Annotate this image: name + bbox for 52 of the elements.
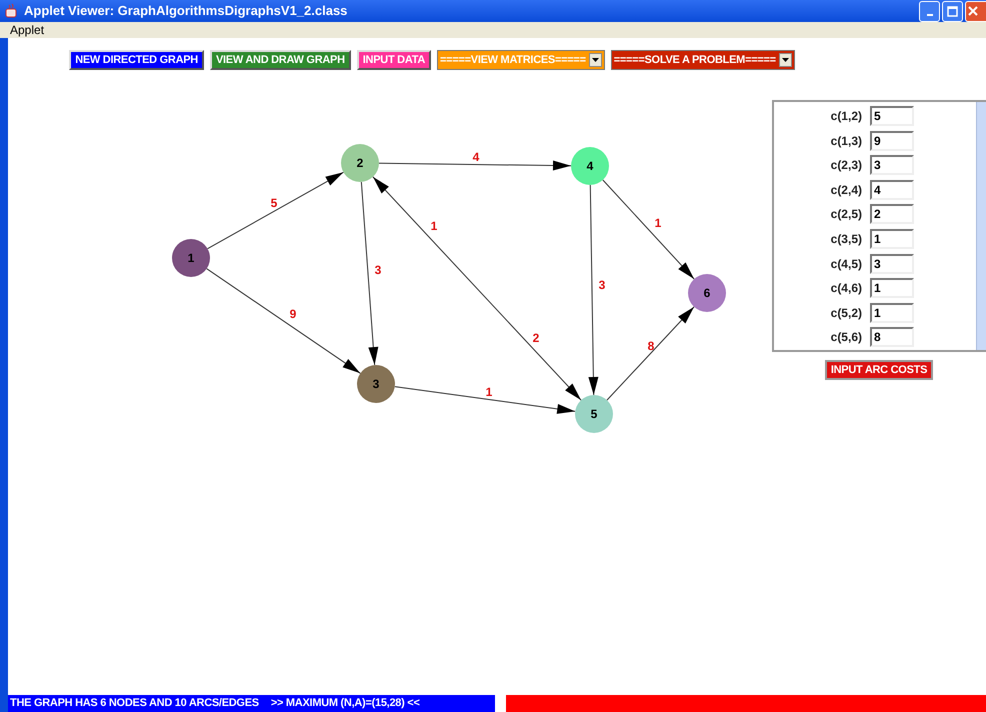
close-button[interactable] [965, 0, 986, 22]
arc-cost-field[interactable]: 1 [870, 278, 914, 298]
dropdown[interactable]: =====SOLVE A PROBLEM===== [610, 50, 795, 70]
minimize-icon [926, 14, 932, 16]
window-title: Applet Viewer: GraphAlgorithmsDigraphsV1_2.class [24, 2, 348, 20]
arc-cost-label: c(2,5) [830, 206, 863, 224]
arc-cost-label: c(2,3) [830, 157, 863, 174]
status-limit: >> MAXIMUM (N,A)=(15,28) << [270, 696, 420, 712]
arc-cost-label: 5 [270, 196, 278, 210]
arc-cost-label: c(1,3) [830, 132, 863, 150]
arc-cost-label: 8 [648, 339, 654, 353]
maximize-icon [947, 6, 958, 16]
arc-cost-label: c(5,6) [830, 329, 863, 346]
arc-cost-label: 3 [598, 278, 606, 292]
arc-cost-label: 3 [374, 263, 382, 277]
arc-cost-label: c(4,6) [830, 280, 863, 298]
dropdown-caret-icon [588, 53, 602, 67]
arc-cost-field[interactable]: 8 [870, 327, 914, 348]
arc-cost-label: 1 [486, 385, 492, 399]
arc-cost-label: 9 [290, 307, 296, 321]
input-arc-costs-button[interactable]: INPUT ARC COSTS [824, 360, 934, 380]
arc-cost-label: 1 [654, 216, 662, 230]
arc-cost-label: c(2,4) [830, 182, 863, 199]
arc-cost-label: 2 [532, 331, 540, 345]
dropdown-caret-icon [778, 53, 792, 67]
graph-node[interactable]: 5 [575, 395, 613, 433]
arc-cost-label: 4 [472, 150, 480, 164]
arc-cost-label: c(4,5) [830, 256, 863, 273]
scrollbar[interactable] [976, 102, 986, 350]
arc-cost-field[interactable]: 9 [870, 130, 914, 151]
graph-node[interactable]: 2 [341, 144, 379, 182]
arc-cost-label: 1 [430, 219, 438, 233]
arc-cost-field[interactable]: 3 [870, 155, 914, 176]
arc-cost-field[interactable]: 4 [870, 180, 914, 200]
arc-cost-label: c(1,2) [830, 108, 863, 125]
toolbar-button[interactable]: VIEW AND DRAW GRAPH [210, 50, 351, 70]
arc-cost-field[interactable]: 2 [870, 204, 914, 224]
arc-cost-label: c(3,5) [830, 230, 863, 248]
graph-node[interactable]: 3 [357, 365, 395, 403]
arc-cost-field[interactable]: 3 [870, 254, 914, 274]
graph-node[interactable]: 4 [571, 147, 609, 185]
status-message: THE GRAPH HAS 6 NODES AND 10 ARCS/EDGES [10, 696, 259, 712]
arc-cost-label: c(5,2) [830, 304, 863, 322]
toolbar-button[interactable]: NEW DIRECTED GRAPH [69, 50, 204, 70]
maximize-button[interactable] [942, 0, 963, 22]
close-icon [968, 6, 978, 16]
arc-cost-field[interactable]: 5 [870, 106, 914, 126]
arc-cost-field[interactable]: 1 [870, 228, 914, 249]
menu-item[interactable]: Applet [10, 24, 44, 36]
minimize-button[interactable] [919, 0, 940, 22]
graph-node[interactable]: 6 [688, 274, 726, 312]
arc-cost-field[interactable]: 1 [870, 302, 914, 323]
